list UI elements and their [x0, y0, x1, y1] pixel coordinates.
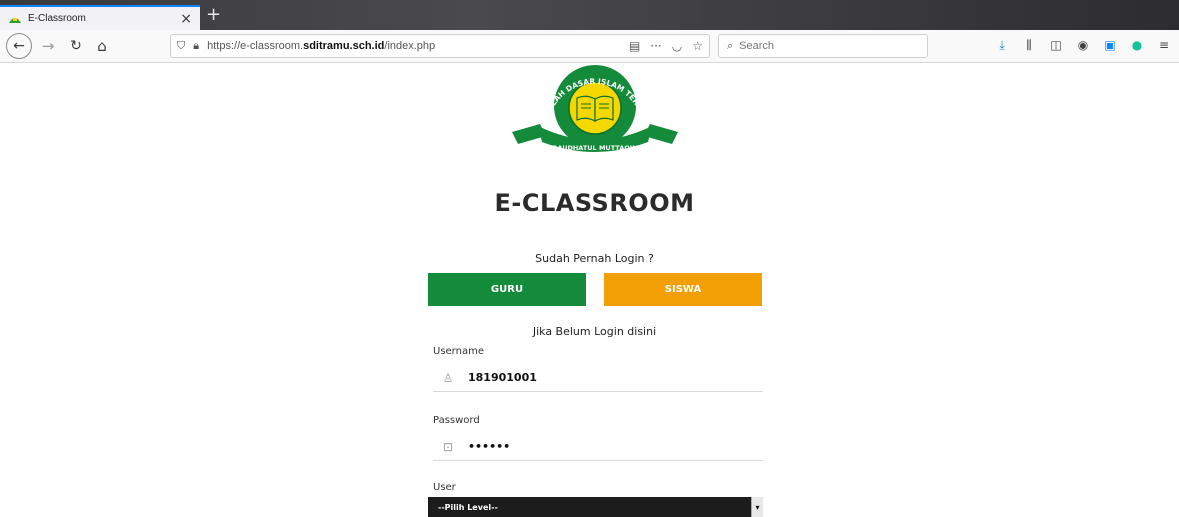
- not-login-text: Jika Belum Login disini: [532, 325, 657, 338]
- pocket-icon[interactable]: ◡: [672, 39, 682, 53]
- page-actions-icon[interactable]: ···: [650, 39, 661, 53]
- new-tab-button[interactable]: +: [206, 6, 221, 24]
- nav-toolbar: ← → ↻ ⌂ ⛉ 🔒︎ https://e-classroom.sditram…: [0, 30, 1179, 63]
- lock-icon: ⊡: [442, 439, 454, 454]
- search-icon: ⌕: [727, 39, 734, 52]
- search-placeholder: Search: [739, 40, 775, 52]
- library-icon[interactable]: ⫼: [1022, 38, 1036, 53]
- user-label: User: [433, 482, 456, 493]
- dropdown-arrow-icon[interactable]: ▾: [751, 497, 763, 517]
- downloads-icon[interactable]: ⤓: [995, 38, 1009, 53]
- tracking-shield-icon[interactable]: ⛉: [177, 39, 185, 53]
- user-icon: ♙: [442, 370, 454, 385]
- url-text[interactable]: https://e-classroom.sditramu.sch.id/inde…: [207, 40, 619, 52]
- back-button[interactable]: ←: [6, 33, 32, 59]
- siswa-button[interactable]: SISWA: [604, 273, 762, 306]
- extension-icon[interactable]: ▣: [1103, 38, 1117, 53]
- tab-title: E-Classroom: [28, 13, 86, 24]
- password-field[interactable]: ⊡ ••••••: [433, 433, 763, 461]
- level-select[interactable]: --Pilih Level-- ▾: [428, 497, 763, 517]
- tab-close-icon[interactable]: ×: [180, 12, 192, 26]
- site-favicon-icon: [9, 17, 21, 23]
- page-content: SEKOLAH DASAR ISLAM TERPADU RAUDHATUL MU…: [0, 64, 1179, 517]
- level-select-value: --Pilih Level--: [438, 502, 498, 512]
- search-input[interactable]: ⌕ Search: [718, 34, 928, 58]
- svg-text:RAUDHATUL MUTTAQIN: RAUDHATUL MUTTAQIN: [552, 144, 637, 152]
- reader-view-icon[interactable]: ▤: [629, 39, 640, 53]
- browser-tab[interactable]: E-Classroom ×: [0, 5, 200, 30]
- sidebar-icon[interactable]: ◫: [1049, 38, 1063, 53]
- toolbar-icons: ⤓ ⫼ ◫ ◉ ▣ ● ≡: [995, 38, 1171, 53]
- tab-strip: E-Classroom × +: [0, 0, 1179, 30]
- username-label: Username: [433, 346, 484, 357]
- forward-button[interactable]: →: [38, 35, 58, 57]
- username-field[interactable]: ♙ 181901001: [433, 364, 763, 392]
- school-logo: SEKOLAH DASAR ISLAM TERPADU RAUDHATUL MU…: [510, 64, 678, 152]
- url-bar[interactable]: ⛉ 🔒︎ https://e-classroom.sditramu.sch.id…: [170, 34, 710, 58]
- grammarly-icon[interactable]: ●: [1130, 38, 1144, 53]
- home-button[interactable]: ⌂: [92, 35, 112, 57]
- already-login-text: Sudah Pernah Login ?: [535, 252, 654, 265]
- password-value: ••••••: [468, 440, 511, 453]
- lock-icon[interactable]: 🔒︎: [193, 39, 199, 53]
- guru-button[interactable]: GURU: [428, 273, 586, 306]
- reload-button[interactable]: ↻: [66, 35, 86, 57]
- username-value: 181901001: [468, 371, 537, 384]
- bookmark-star-icon[interactable]: ☆: [692, 39, 703, 53]
- password-label: Password: [433, 415, 480, 426]
- menu-icon[interactable]: ≡: [1157, 38, 1171, 53]
- page-title: E-CLASSROOM: [494, 189, 695, 217]
- account-icon[interactable]: ◉: [1076, 38, 1090, 53]
